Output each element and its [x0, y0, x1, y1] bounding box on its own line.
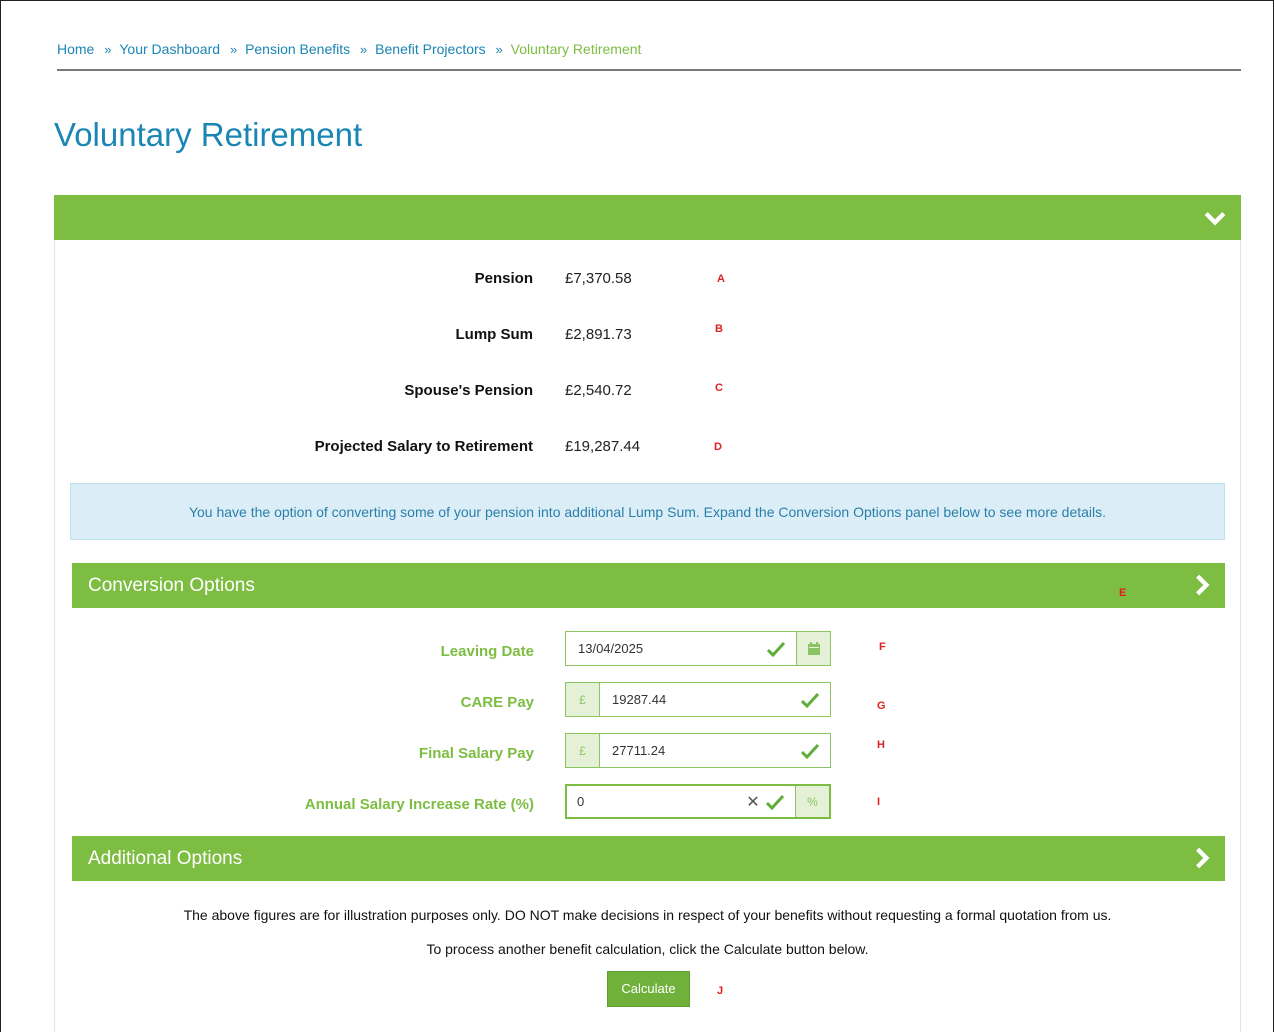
- breadcrumb-benefit-projectors[interactable]: Benefit Projectors: [375, 41, 486, 57]
- additional-options-header[interactable]: Additional Options: [72, 836, 1225, 881]
- leaving-date-field[interactable]: 13/04/2025: [565, 631, 831, 666]
- final-salary-pay-field[interactable]: £ 27711.24: [565, 733, 831, 768]
- calculate-button[interactable]: Calculate: [607, 971, 690, 1007]
- marker-h: H: [877, 739, 885, 751]
- breadcrumb: Home » Your Dashboard » Pension Benefits…: [57, 41, 641, 57]
- calendar-icon[interactable]: [796, 632, 830, 665]
- marker-b: B: [715, 323, 723, 335]
- projected-salary-value: £19,287.44: [565, 438, 641, 455]
- marker-j: J: [717, 985, 724, 997]
- conversion-options-title: Conversion Options: [88, 575, 255, 596]
- final-salary-pay-input[interactable]: 27711.24: [600, 734, 798, 767]
- care-pay-label: CARE Pay: [460, 694, 534, 711]
- breadcrumb-home[interactable]: Home: [57, 41, 94, 57]
- salary-increase-input[interactable]: 0: [567, 786, 743, 817]
- spouses-pension-label: Spouse's Pension: [404, 382, 533, 399]
- marker-g: G: [877, 700, 886, 712]
- conversion-options-header[interactable]: Conversion Options: [72, 563, 1225, 608]
- breadcrumb-dashboard[interactable]: Your Dashboard: [119, 41, 220, 57]
- marker-d: D: [714, 441, 722, 453]
- disclaimer-text: The above figures are for illustration p…: [183, 907, 1112, 923]
- pension-label: Pension: [474, 270, 533, 287]
- percent-suffix: %: [795, 786, 829, 817]
- breadcrumb-separator: »: [360, 42, 368, 57]
- lump-sum-label: Lump Sum: [455, 326, 534, 343]
- additional-options-title: Additional Options: [88, 848, 243, 869]
- marker-a: A: [717, 273, 725, 285]
- page-title: Voluntary Retirement: [54, 116, 363, 153]
- breadcrumb-divider: [57, 69, 1241, 71]
- info-message: You have the option of converting some o…: [70, 483, 1225, 540]
- chevron-down-icon[interactable]: [1204, 207, 1226, 229]
- chevron-right-icon[interactable]: [1191, 574, 1213, 596]
- currency-prefix: £: [566, 683, 600, 716]
- spouses-pension-value: £2,540.72: [565, 382, 632, 399]
- check-icon: [764, 632, 788, 665]
- clear-icon[interactable]: ✕: [743, 786, 763, 817]
- results-panel-header[interactable]: [54, 195, 1241, 240]
- chevron-right-icon[interactable]: [1191, 847, 1213, 869]
- marker-e: E: [1119, 587, 1127, 599]
- breadcrumb-pension-benefits[interactable]: Pension Benefits: [245, 41, 350, 57]
- care-pay-field[interactable]: £ 19287.44: [565, 682, 831, 717]
- marker-c: C: [715, 382, 723, 394]
- marker-i: I: [877, 796, 881, 808]
- marker-f: F: [879, 641, 886, 653]
- breadcrumb-current: Voluntary Retirement: [510, 41, 642, 57]
- leaving-date-input[interactable]: 13/04/2025: [566, 632, 764, 665]
- breadcrumb-separator: »: [495, 42, 503, 57]
- pension-value: £7,370.58: [565, 270, 632, 287]
- check-icon: [798, 734, 822, 767]
- care-pay-input[interactable]: 19287.44: [600, 683, 798, 716]
- salary-increase-field[interactable]: 0 ✕ %: [565, 784, 831, 819]
- instruction-text: To process another benefit calculation, …: [426, 941, 869, 957]
- currency-prefix: £: [566, 734, 600, 767]
- check-icon: [798, 683, 822, 716]
- leaving-date-label: Leaving Date: [440, 643, 534, 660]
- check-icon: [763, 786, 787, 817]
- salary-increase-label: Annual Salary Increase Rate (%): [304, 796, 534, 813]
- breadcrumb-separator: »: [229, 42, 238, 57]
- projected-salary-label: Projected Salary to Retirement: [314, 438, 533, 455]
- final-salary-pay-label: Final Salary Pay: [418, 745, 534, 762]
- breadcrumb-separator: »: [104, 42, 112, 57]
- lump-sum-value: £2,891.73: [565, 326, 632, 343]
